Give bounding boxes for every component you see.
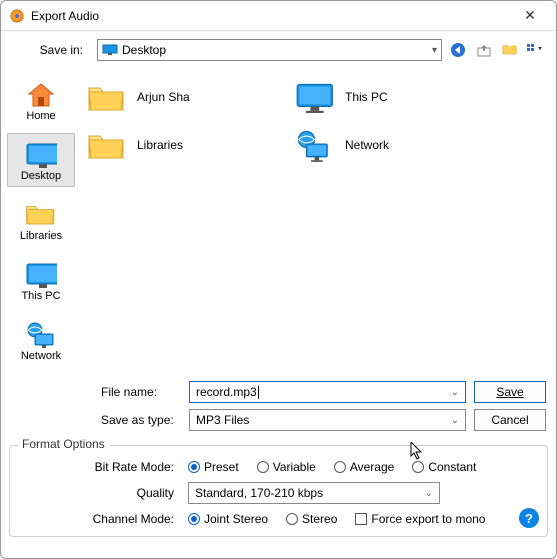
sidebar-item-libraries[interactable]: Libraries bbox=[7, 193, 75, 247]
view-menu-button[interactable] bbox=[526, 40, 546, 60]
bitrate-average-radio[interactable]: Average bbox=[334, 460, 394, 474]
format-options-group: Format Options Bit Rate Mode: Preset Var… bbox=[9, 445, 548, 537]
desktop-icon bbox=[102, 44, 118, 56]
titlebar: Export Audio ✕ bbox=[1, 1, 556, 31]
file-name-input[interactable]: record.mp3 ⌄ bbox=[189, 381, 466, 403]
folder-icon bbox=[25, 200, 57, 228]
file-item[interactable]: Arjun Sha bbox=[85, 75, 285, 119]
computer-icon bbox=[295, 79, 335, 115]
back-button[interactable] bbox=[448, 40, 468, 60]
chevron-down-icon: ▾ bbox=[432, 45, 437, 56]
folder-icon bbox=[87, 79, 127, 115]
home-icon bbox=[25, 80, 57, 108]
file-item[interactable]: This PC bbox=[293, 75, 493, 119]
app-icon bbox=[9, 8, 25, 24]
help-button[interactable]: ? bbox=[519, 508, 539, 528]
save-as-type-label: Save as type: bbox=[11, 413, 181, 427]
chevron-down-icon: ⌄ bbox=[451, 415, 459, 426]
sidebar-item-desktop[interactable]: Desktop bbox=[7, 133, 75, 187]
save-as-type-combo[interactable]: MP3 Files ⌄ bbox=[189, 409, 466, 431]
file-name-label: File name: bbox=[11, 385, 181, 399]
cursor-icon bbox=[410, 442, 424, 460]
channel-stereo-radio[interactable]: Stereo bbox=[286, 512, 337, 526]
chevron-down-icon: ⌄ bbox=[451, 387, 459, 398]
folder-icon bbox=[87, 127, 127, 163]
save-in-combo[interactable]: Desktop ▾ bbox=[97, 39, 442, 61]
quality-combo[interactable]: Standard, 170-210 kbps ⌄ bbox=[188, 482, 440, 504]
cancel-button[interactable]: Cancel bbox=[474, 409, 546, 431]
file-item[interactable]: Network bbox=[293, 123, 493, 167]
file-item[interactable]: Libraries bbox=[85, 123, 285, 167]
network-icon bbox=[25, 320, 57, 348]
sidebar-item-thispc[interactable]: This PC bbox=[7, 253, 75, 307]
bitrate-preset-radio[interactable]: Preset bbox=[188, 460, 239, 474]
bitrate-variable-radio[interactable]: Variable bbox=[257, 460, 316, 474]
format-options-legend: Format Options bbox=[18, 437, 109, 451]
chevron-down-icon: ⌄ bbox=[425, 488, 433, 499]
bitrate-constant-radio[interactable]: Constant bbox=[412, 460, 476, 474]
places-sidebar: Home Desktop Libraries This PC Network bbox=[1, 67, 81, 377]
window-title: Export Audio bbox=[31, 9, 512, 23]
bitrate-label: Bit Rate Mode: bbox=[20, 460, 180, 474]
network-icon bbox=[295, 127, 335, 163]
sidebar-item-home[interactable]: Home bbox=[7, 73, 75, 127]
up-folder-button[interactable] bbox=[474, 40, 494, 60]
file-list[interactable]: Arjun Sha This PC Libraries Network bbox=[81, 67, 556, 377]
new-folder-button[interactable] bbox=[500, 40, 520, 60]
force-mono-checkbox[interactable]: Force export to mono bbox=[355, 512, 485, 526]
save-in-label: Save in: bbox=[11, 43, 91, 57]
save-in-value: Desktop bbox=[122, 43, 166, 57]
save-button[interactable]: Save bbox=[474, 381, 546, 403]
desktop-icon bbox=[25, 140, 57, 168]
quality-label: Quality bbox=[20, 486, 180, 500]
sidebar-item-network[interactable]: Network bbox=[7, 313, 75, 367]
channel-joint-radio[interactable]: Joint Stereo bbox=[188, 512, 268, 526]
close-button[interactable]: ✕ bbox=[512, 7, 548, 24]
computer-icon bbox=[25, 260, 57, 288]
channel-label: Channel Mode: bbox=[20, 512, 180, 526]
